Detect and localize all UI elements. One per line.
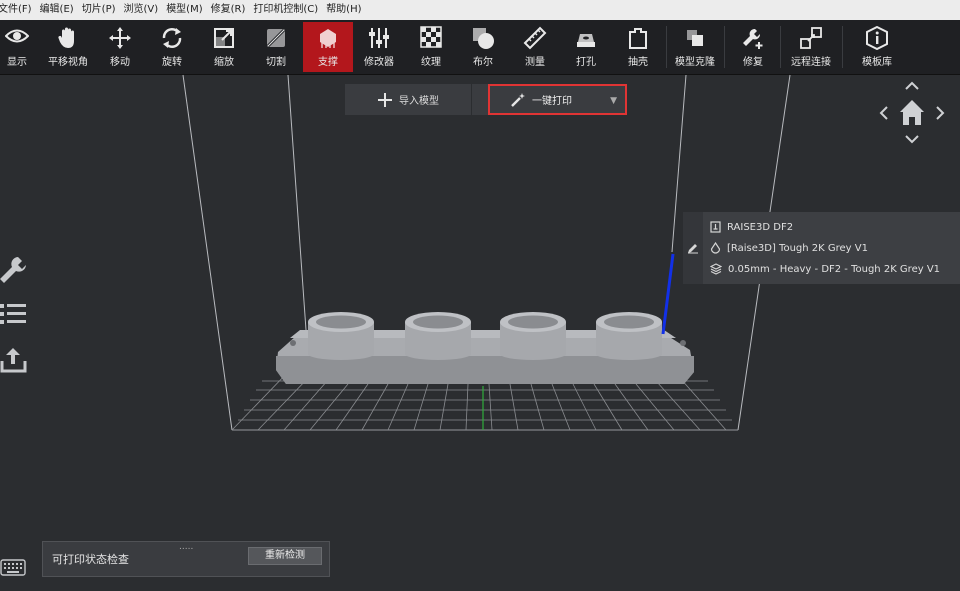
- recheck-button[interactable]: 重新检测: [248, 547, 322, 565]
- magic-wand-icon: [511, 92, 525, 107]
- drag-handle[interactable]: .....: [179, 542, 193, 552]
- nav-down-arrow[interactable]: [905, 135, 919, 144]
- printer-icon: [710, 221, 721, 233]
- top-action-bar: 导入模型 一键打印 ▼: [345, 84, 627, 115]
- plus-icon: [378, 92, 392, 107]
- printer-row: RAISE3D DF2: [710, 221, 793, 233]
- printer-profile-panel: RAISE3D DF2 [Raise3D] Tough 2K Grey V1 0…: [683, 212, 960, 284]
- keyboard-icon[interactable]: [0, 558, 26, 578]
- nav-right-arrow[interactable]: [936, 106, 945, 120]
- dropdown-caret-icon[interactable]: ▼: [610, 96, 617, 106]
- profile-edit-tab[interactable]: [683, 212, 703, 284]
- export-upload-icon[interactable]: [0, 346, 28, 378]
- layers-icon: [710, 263, 722, 275]
- object-list-icon[interactable]: [0, 302, 28, 330]
- one-click-print-button[interactable]: 一键打印 ▼: [488, 84, 627, 115]
- import-model-label: 导入模型: [399, 96, 439, 107]
- repair-wrench-icon[interactable]: [0, 255, 28, 287]
- nav-up-arrow[interactable]: [905, 81, 919, 90]
- home-view-icon[interactable]: [900, 100, 924, 125]
- view-navigation-control: [879, 81, 945, 144]
- material-name: [Raise3D] Tough 2K Grey V1: [727, 242, 868, 254]
- printer-name: RAISE3D DF2: [727, 221, 794, 233]
- edit-pencil-icon: [688, 244, 698, 254]
- profile-row: 0.05mm - Heavy - DF2 - Tough 2K Grey V1: [710, 263, 940, 275]
- printability-check-panel: ..... 可打印状态检查 重新检测: [42, 541, 330, 577]
- material-row: [Raise3D] Tough 2K Grey V1: [710, 242, 868, 254]
- slicing-profile: 0.05mm - Heavy - DF2 - Tough 2K Grey V1: [728, 263, 941, 275]
- import-model-button[interactable]: 导入模型: [345, 84, 472, 115]
- printability-check-title: 可打印状态检查: [52, 553, 129, 566]
- nav-left-arrow[interactable]: [879, 106, 888, 120]
- one-click-print-label: 一键打印: [532, 96, 572, 107]
- material-drop-icon: [710, 242, 721, 254]
